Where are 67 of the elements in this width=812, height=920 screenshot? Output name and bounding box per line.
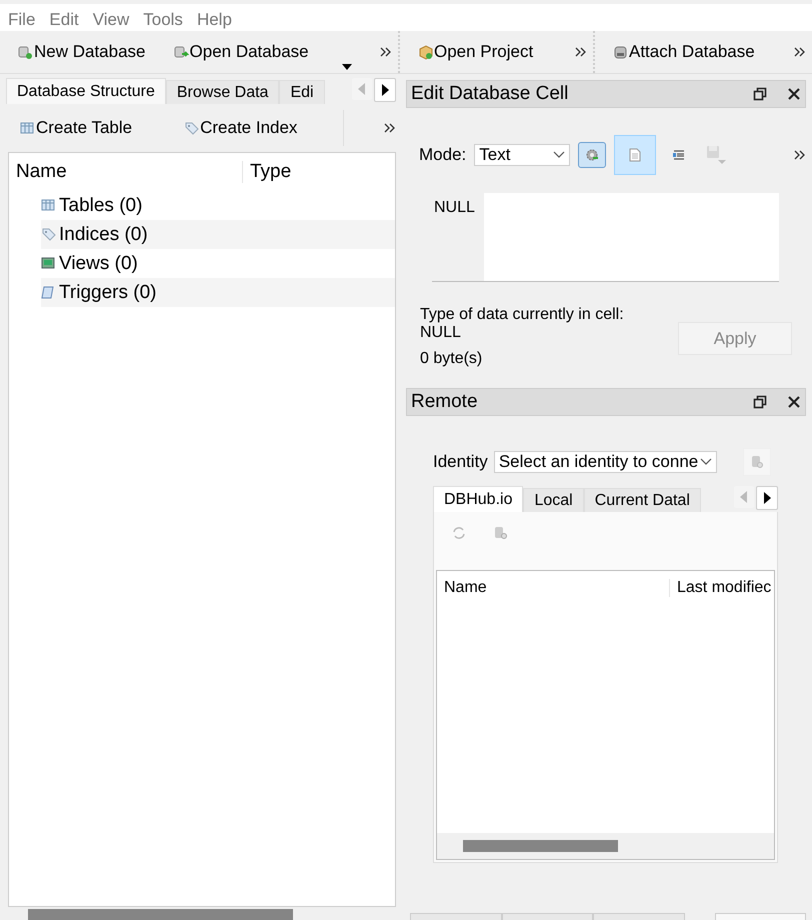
panel-title: Remote (411, 391, 478, 413)
tab[interactable]: Edi (279, 80, 325, 104)
tree-item[interactable]: Views (0) (59, 252, 138, 274)
scrollbar-thumb[interactable] (463, 840, 618, 852)
tab[interactable]: DBHub.io (433, 486, 524, 512)
tool-button[interactable] (578, 142, 606, 168)
document-icon (629, 148, 642, 162)
column-header[interactable]: Name (9, 161, 243, 183)
column-header[interactable]: Name (437, 579, 670, 597)
tab[interactable]: Current Datal (584, 488, 701, 512)
overflow-icon[interactable] (794, 150, 806, 160)
restore-icon[interactable] (753, 395, 767, 409)
view-icon (41, 256, 56, 271)
mode-dropdown[interactable]: Text (474, 144, 570, 166)
tab[interactable]: Local (523, 488, 584, 512)
database-icon (18, 44, 33, 60)
column-header[interactable]: Last modifiec (670, 579, 772, 597)
tab[interactable]: Browse Data (166, 80, 280, 104)
overflow-icon[interactable] (384, 123, 396, 133)
tool-button[interactable] (614, 135, 656, 175)
tab[interactable] (714, 913, 806, 920)
database-icon[interactable] (494, 526, 508, 540)
toolbar-button[interactable]: Open Project (412, 38, 540, 66)
toolbar-button[interactable]: Create Index (178, 114, 304, 142)
overflow-icon[interactable] (794, 47, 806, 57)
database-icon (613, 44, 628, 60)
menu-item[interactable]: File (8, 10, 36, 30)
close-icon[interactable] (787, 87, 801, 101)
chevron-down-icon (700, 458, 712, 466)
tab[interactable]: Database Structure (6, 78, 166, 104)
refresh-icon[interactable] (452, 526, 466, 540)
tree-item[interactable]: Tables (0) (59, 194, 142, 216)
database-icon (174, 44, 189, 60)
tag-icon (184, 120, 200, 136)
toolbar-button[interactable]: Open Database (168, 38, 358, 66)
type-value: NULL (420, 324, 462, 342)
menu-item[interactable]: Tools (143, 10, 183, 30)
type-label: Type of data currently in cell: (420, 306, 624, 324)
column-header[interactable]: Type (243, 161, 292, 183)
menu-item[interactable]: Edit (49, 10, 79, 30)
chevron-down-icon (553, 151, 566, 159)
panel-title: Edit Database Cell (411, 83, 568, 105)
menu-item[interactable]: View (92, 10, 130, 30)
toolbar-button[interactable]: Create Table (14, 114, 138, 142)
size-label: 0 byte(s) (420, 350, 484, 368)
close-icon[interactable] (787, 395, 801, 409)
table-icon (41, 198, 56, 213)
connect-button[interactable] (742, 448, 771, 476)
list-icon (673, 150, 686, 160)
scrollbar-thumb[interactable] (28, 909, 293, 920)
toolbar-button[interactable]: Attach Database (607, 38, 761, 66)
toolbar-button[interactable]: New Database (12, 38, 152, 66)
restore-icon[interactable] (753, 87, 767, 101)
menu-item[interactable]: Help (196, 10, 232, 30)
mode-label: Mode: (419, 145, 466, 165)
overflow-icon[interactable] (380, 47, 392, 57)
tree-item[interactable]: Indices (0) (59, 224, 148, 246)
identity-dropdown[interactable]: Select an identity to conne (494, 451, 717, 473)
disk-icon (706, 145, 728, 165)
cell-editor[interactable] (484, 193, 779, 281)
dropdown-arrow-icon[interactable] (342, 64, 352, 70)
overflow-icon[interactable] (575, 47, 587, 57)
database-icon (750, 455, 763, 469)
table-icon (20, 120, 35, 136)
gear-icon (585, 148, 600, 162)
identity-label: Identity (433, 452, 488, 472)
tag-icon (41, 227, 56, 242)
